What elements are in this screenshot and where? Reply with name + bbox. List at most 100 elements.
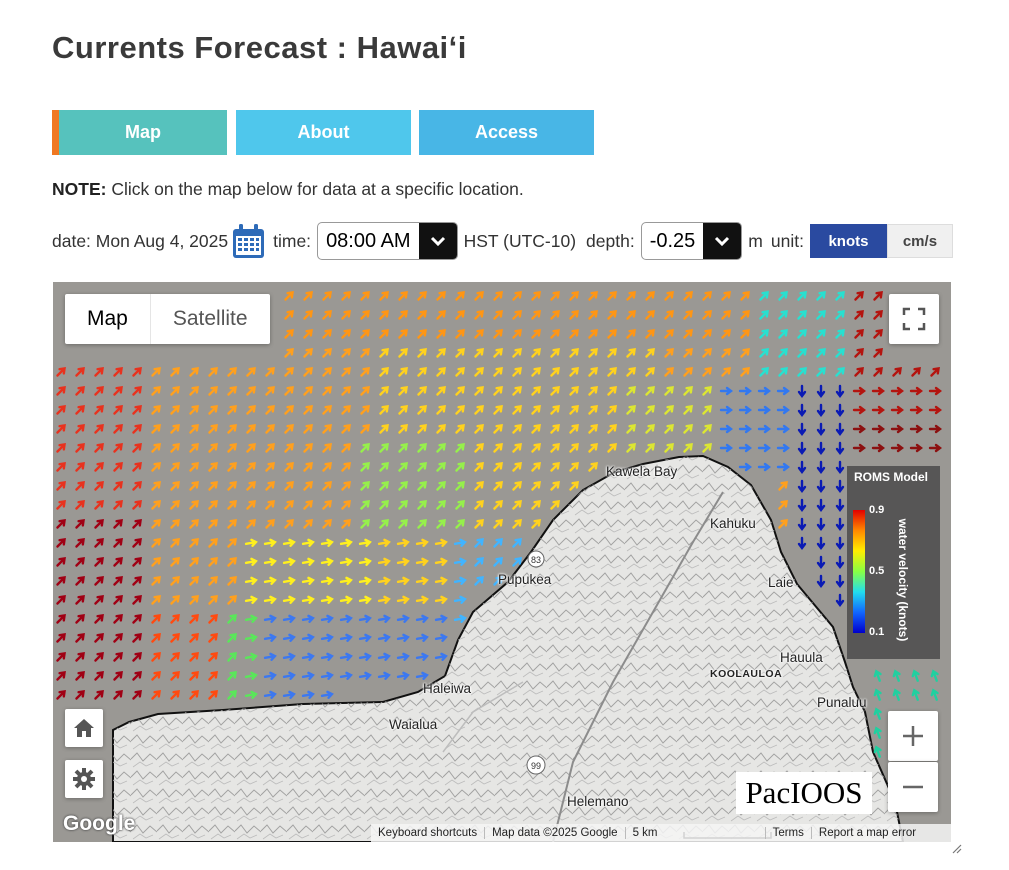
- current-vector-arrow: [721, 329, 731, 339]
- current-vector-arrow: [493, 519, 503, 529]
- map-type-satellite-button[interactable]: Satellite: [151, 294, 270, 344]
- current-vector-arrow: [626, 443, 636, 453]
- zoom-in-button[interactable]: [888, 711, 938, 761]
- current-vector-arrow: [94, 519, 104, 529]
- unit-cms-button[interactable]: cm/s: [886, 224, 953, 258]
- minus-icon: [903, 785, 923, 789]
- current-vector-arrow: [132, 690, 142, 700]
- depth-unit: m: [748, 230, 763, 251]
- current-vector-arrow: [797, 384, 807, 398]
- current-vector-arrow: [339, 576, 353, 585]
- current-vector-arrow: [377, 652, 391, 661]
- map-canvas[interactable]: 83 99 Map Satellite ROMS Model 0.9 0.5 0…: [53, 282, 951, 842]
- depth-select[interactable]: -0.25: [640, 222, 743, 260]
- current-vector-arrow: [170, 500, 180, 510]
- map-type-map-button[interactable]: Map: [65, 294, 151, 344]
- terms-link[interactable]: Terms: [766, 827, 812, 839]
- current-vector-arrow: [320, 538, 334, 547]
- current-vector-arrow: [377, 633, 391, 642]
- current-vector-arrow: [341, 443, 351, 453]
- current-vector-arrow: [151, 405, 161, 415]
- fullscreen-button[interactable]: [889, 294, 939, 344]
- current-vector-arrow: [322, 386, 332, 396]
- current-vector-arrow: [911, 367, 921, 377]
- current-vector-arrow: [550, 405, 560, 415]
- current-vector-arrow: [398, 348, 408, 358]
- chevron-down-icon[interactable]: [703, 223, 742, 259]
- current-vector-arrow: [358, 595, 372, 604]
- current-vector-arrow: [208, 386, 218, 396]
- current-vector-arrow: [645, 386, 655, 396]
- current-vector-arrow: [550, 348, 560, 358]
- current-vector-arrow: [835, 403, 845, 417]
- current-vector-arrow: [493, 557, 503, 567]
- legend-title: ROMS Model: [854, 470, 928, 484]
- current-vector-arrow: [75, 671, 85, 681]
- current-vector-arrow: [835, 479, 845, 493]
- current-vector-arrow: [835, 441, 845, 455]
- current-vector-arrow: [664, 443, 674, 453]
- current-vector-arrow: [263, 557, 277, 566]
- current-vector-arrow: [75, 519, 85, 529]
- current-vector-arrow: [531, 291, 541, 301]
- zoom-out-button[interactable]: [888, 762, 938, 812]
- tab-access[interactable]: Access: [419, 110, 594, 155]
- time-select[interactable]: 08:00 AM: [317, 222, 458, 260]
- current-vector-arrow: [360, 291, 370, 301]
- current-vector-arrow: [227, 424, 237, 434]
- current-vector-arrow: [398, 291, 408, 301]
- current-vector-arrow: [816, 517, 826, 531]
- current-vector-arrow: [341, 462, 351, 472]
- resize-handle-icon[interactable]: [952, 844, 962, 854]
- current-vector-arrow: [588, 348, 598, 358]
- current-vector-arrow: [339, 671, 353, 680]
- scale-label[interactable]: 5 km: [626, 827, 766, 839]
- current-vector-arrow: [588, 310, 598, 320]
- map-type-control: Map Satellite: [65, 294, 270, 344]
- keyboard-shortcuts-link[interactable]: Keyboard shortcuts: [371, 827, 486, 839]
- settings-button[interactable]: [65, 760, 103, 798]
- current-vector-arrow: [151, 500, 161, 510]
- current-vector-arrow: [320, 652, 334, 661]
- home-button[interactable]: [65, 709, 103, 747]
- chevron-down-icon[interactable]: [418, 223, 457, 259]
- report-error-link[interactable]: Report a map error: [812, 827, 923, 839]
- unit-knots-button[interactable]: knots: [809, 224, 887, 258]
- current-vector-arrow: [455, 443, 465, 453]
- current-vector-arrow: [417, 310, 427, 320]
- current-vector-arrow: [284, 405, 294, 415]
- current-vector-arrow: [379, 481, 389, 491]
- current-vector-arrow: [757, 443, 771, 453]
- current-vector-arrow: [320, 633, 334, 642]
- current-vector-arrow: [417, 424, 427, 434]
- tab-about[interactable]: About: [236, 110, 411, 155]
- current-vector-arrow: [738, 443, 752, 453]
- current-vector-arrow: [474, 481, 484, 491]
- place-label: Punaluu: [817, 695, 867, 710]
- tab-map[interactable]: Map: [52, 110, 227, 155]
- current-vector-arrow: [664, 405, 674, 415]
- current-vector-arrow: [493, 481, 503, 491]
- current-vector-arrow: [569, 443, 579, 453]
- current-vector-arrow: [227, 481, 237, 491]
- current-vector-arrow: [928, 443, 942, 453]
- calendar-icon[interactable]: [232, 223, 265, 259]
- current-vector-arrow: [569, 348, 579, 358]
- current-vector-arrow: [607, 310, 617, 320]
- current-vector-arrow: [75, 576, 85, 586]
- current-vector-arrow: [379, 348, 389, 358]
- current-vector-arrow: [396, 614, 410, 623]
- current-vector-arrow: [75, 690, 85, 700]
- current-vector-arrow: [227, 386, 237, 396]
- current-vector-arrow: [512, 538, 522, 548]
- current-vector-arrow: [263, 595, 277, 604]
- current-vector-arrow: [301, 690, 315, 699]
- current-vector-arrow: [189, 462, 199, 472]
- current-vector-arrow: [719, 443, 733, 453]
- current-vector-arrow: [871, 424, 885, 434]
- current-vector-arrow: [170, 671, 180, 681]
- current-vector-arrow: [531, 519, 541, 529]
- current-vector-arrow: [415, 557, 429, 566]
- current-vector-arrow: [776, 424, 790, 434]
- current-vector-arrow: [320, 614, 334, 623]
